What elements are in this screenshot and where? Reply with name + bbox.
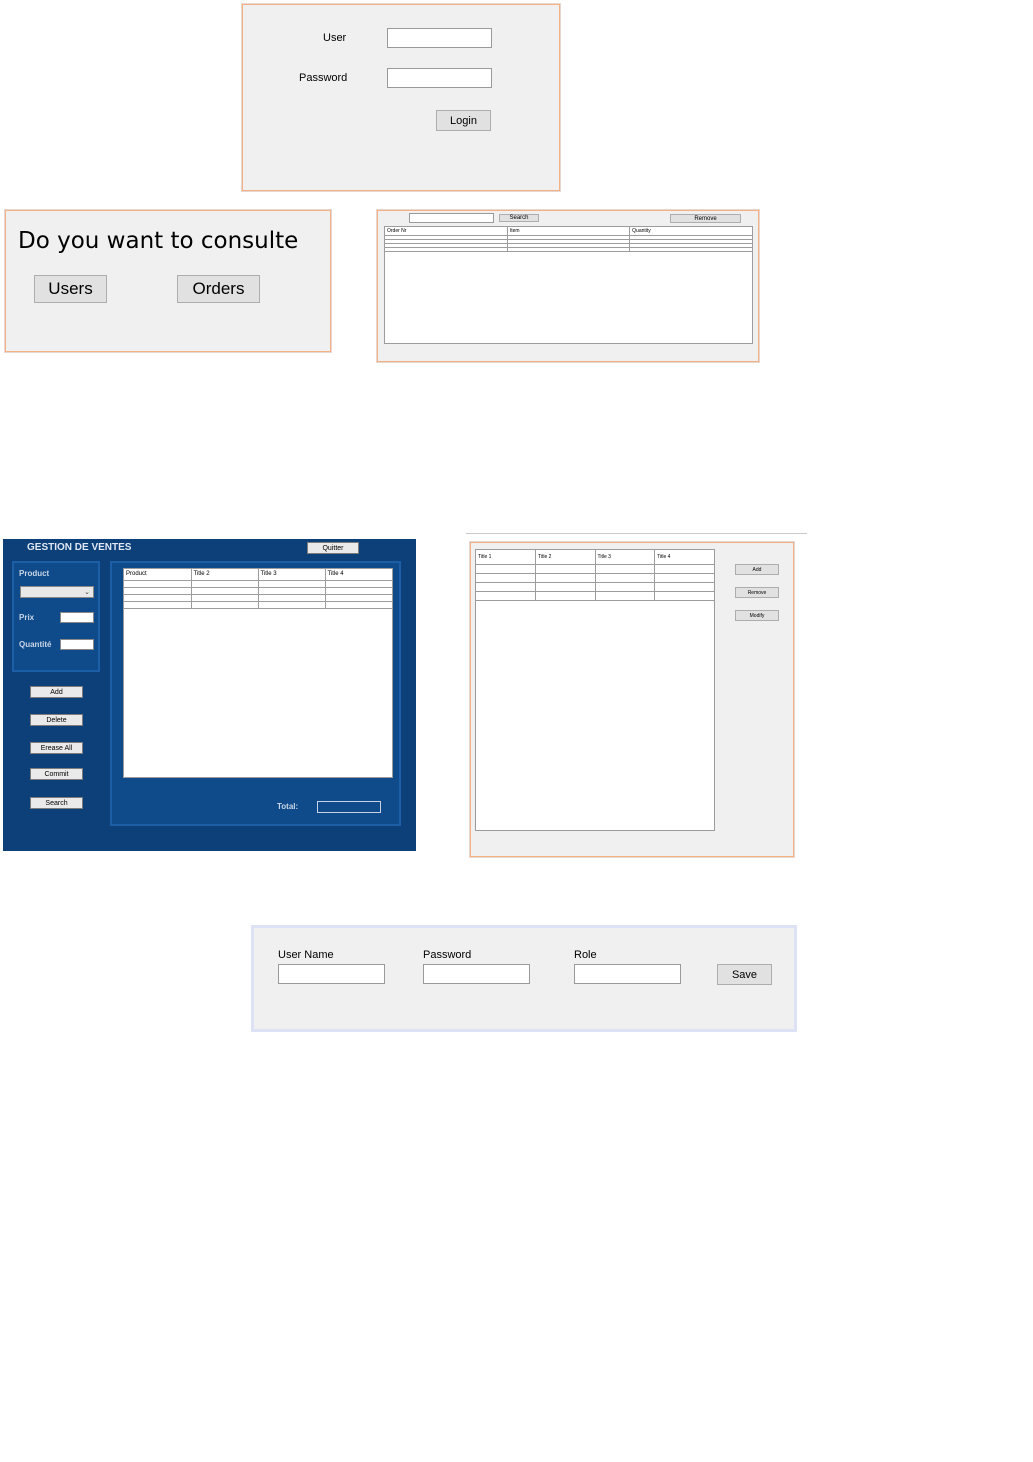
role-input[interactable] [574, 964, 681, 984]
quit-button[interactable]: Quitter [307, 542, 359, 554]
orders-window: Search Remove Order Nr Item Quantity [377, 210, 759, 362]
password-field[interactable] [423, 964, 530, 984]
quantity-input[interactable] [60, 639, 94, 650]
commit-button[interactable]: Commit [30, 768, 83, 780]
search-button[interactable]: Search [30, 797, 83, 809]
table-editor-window: Title 1 Title 2 Title 3 Title 4 Add Remo… [470, 542, 794, 857]
editor-remove-button[interactable]: Remove [735, 587, 779, 598]
login-button[interactable]: Login [436, 110, 491, 131]
user-input[interactable] [387, 28, 492, 48]
editor-col-header[interactable]: Title 1 [476, 550, 536, 565]
editor-modify-button[interactable]: Modify [735, 610, 779, 621]
password-input[interactable] [387, 68, 492, 88]
delete-button[interactable]: Delete [30, 714, 83, 726]
orders-table[interactable]: Order Nr Item Quantity [384, 226, 753, 344]
editor-add-button[interactable]: Add [735, 564, 779, 575]
table-row[interactable] [124, 587, 392, 595]
table-row[interactable] [476, 582, 714, 592]
table-row[interactable] [124, 594, 392, 602]
orders-button[interactable]: Orders [177, 275, 260, 303]
erase-all-button[interactable]: Erease All [30, 742, 83, 754]
user-label: User [323, 32, 347, 44]
orders-search-button[interactable]: Search [499, 214, 539, 222]
table-row[interactable] [476, 591, 714, 601]
password-label: Password [423, 949, 472, 961]
order-lines-panel: Product Title 2 Title 3 Title 4 Total: [110, 561, 401, 826]
chevron-down-icon: ⌄ [84, 589, 90, 596]
users-button[interactable]: Users [34, 275, 107, 303]
orders-col-header[interactable]: Quantity [629, 227, 752, 236]
table-row[interactable] [476, 564, 714, 574]
username-input[interactable] [278, 964, 385, 984]
editor-col-header[interactable]: Title 2 [535, 550, 596, 565]
editor-col-header[interactable]: Title 4 [654, 550, 714, 565]
table-row[interactable] [476, 573, 714, 583]
lines-col-header[interactable]: Title 3 [258, 569, 326, 581]
lines-col-header[interactable]: Title 4 [325, 569, 392, 581]
product-label: Product [19, 569, 50, 578]
total-field [317, 801, 381, 813]
password-label: Password [299, 72, 348, 84]
user-form-window: User Name Password Role Save [251, 925, 797, 1032]
price-input[interactable] [60, 612, 94, 623]
table-row[interactable] [124, 580, 392, 588]
login-window: User Password Login [242, 4, 560, 191]
product-panel: Product ⌄ Prix Quantité [12, 561, 100, 672]
consult-window: Do you want to consulte Users Orders [5, 210, 331, 352]
username-label: User Name [278, 949, 334, 961]
quantity-label: Quantité [19, 640, 52, 649]
editor-col-header[interactable]: Title 3 [595, 550, 655, 565]
price-label: Prix [19, 613, 35, 622]
orders-col-header[interactable]: Item [507, 227, 631, 236]
table-row[interactable] [124, 601, 392, 609]
divider-line [466, 533, 807, 534]
save-button[interactable]: Save [717, 964, 772, 985]
role-label: Role [574, 949, 597, 961]
lines-col-header[interactable]: Title 2 [191, 569, 259, 581]
total-label: Total: [277, 802, 299, 811]
product-select[interactable]: ⌄ [20, 586, 94, 598]
orders-col-header[interactable]: Order Nr [385, 227, 508, 236]
add-button[interactable]: Add [30, 686, 83, 698]
lines-col-header[interactable]: Product [124, 569, 192, 581]
consult-question: Do you want to consulte [18, 228, 299, 254]
orders-search-input[interactable] [409, 213, 494, 223]
orders-remove-button[interactable]: Remove [670, 214, 741, 223]
table-row[interactable] [385, 247, 752, 252]
app-title: GESTION DE VENTES [27, 542, 132, 553]
sales-app-window: GESTION DE VENTES Quitter Product ⌄ Prix… [3, 539, 416, 851]
editor-table[interactable]: Title 1 Title 2 Title 3 Title 4 [475, 549, 715, 831]
order-lines-table[interactable]: Product Title 2 Title 3 Title 4 [123, 568, 393, 778]
